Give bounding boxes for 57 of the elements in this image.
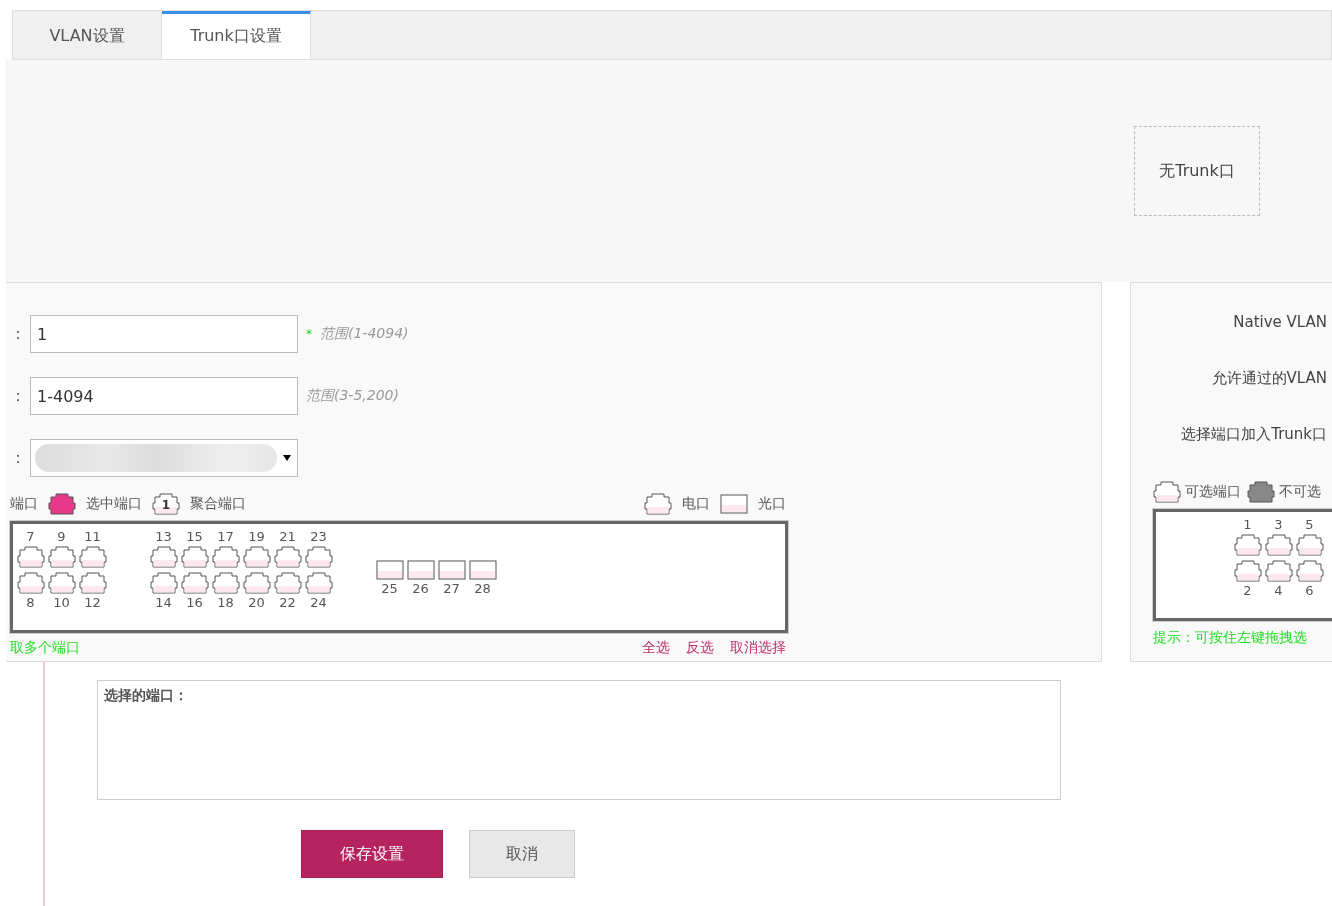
required-mark: * — [306, 327, 312, 341]
port-number: 18 — [217, 594, 234, 612]
empty-trunk-box: 无Trunk口 — [1134, 126, 1260, 216]
hint-text: 提示：可按住左键拖拽选 — [1153, 629, 1307, 645]
field-label: ： — [10, 447, 22, 469]
port-number: 21 — [279, 528, 296, 546]
aggregate-port-icon: 1 — [152, 493, 180, 515]
field-label: ： — [10, 385, 22, 407]
cancel-button[interactable]: 取消 — [469, 830, 575, 878]
port-number: 16 — [186, 594, 203, 612]
port-number: 14 — [155, 594, 172, 612]
port-number: 5 — [1305, 516, 1314, 534]
port-number: 15 — [186, 528, 203, 546]
select-action-link[interactable]: 全选 — [642, 639, 670, 657]
save-button[interactable]: 保存设置 — [301, 830, 443, 878]
input-field[interactable]: 1-4094 — [30, 377, 298, 415]
port-number: 12 — [84, 594, 101, 612]
input-field[interactable]: 1 — [30, 315, 298, 353]
port-number: 9 — [57, 528, 66, 546]
port-number: 20 — [248, 594, 265, 612]
port-number: 13 — [155, 528, 172, 546]
port-number: 26 — [412, 580, 429, 598]
legend-label: 选中端口 — [86, 495, 142, 513]
legend-label: 光口 — [758, 495, 786, 513]
port-number: 3 — [1274, 516, 1283, 534]
field-label: ： — [10, 323, 22, 345]
port-number: 2 — [1243, 582, 1252, 600]
port-number: 17 — [217, 528, 234, 546]
field-label: Native VLAN — [1233, 313, 1327, 333]
port-number: 28 — [474, 580, 491, 598]
range-hint: 范围(3-5,200) — [306, 387, 399, 405]
legend-label: 电口 — [682, 495, 710, 513]
hint-text: 取多个端口 — [10, 639, 80, 657]
range-hint: 范围(1-4094) — [320, 325, 409, 343]
port-number: 8 — [26, 594, 35, 612]
legend-label: 不可选 — [1279, 483, 1321, 501]
field-label: 选择端口加入Trunk口 — [1181, 425, 1327, 445]
legend-label: 聚合端口 — [190, 495, 246, 513]
port-number: 11 — [84, 528, 101, 546]
legend-label: 可选端口 — [1185, 483, 1241, 501]
port-number: 27 — [443, 580, 460, 598]
field-label: 允许通过的VLAN — [1211, 369, 1327, 389]
port-number: 25 — [381, 580, 398, 598]
port-number: 23 — [310, 528, 327, 546]
port-number: 6 — [1305, 582, 1314, 600]
port-number: 19 — [248, 528, 265, 546]
port-number: 7 — [26, 528, 35, 546]
port-number: 1 — [1243, 516, 1252, 534]
legend-label: 端口 — [10, 495, 38, 513]
port-number: 24 — [310, 594, 327, 612]
port-number: 10 — [53, 594, 70, 612]
select-action-link[interactable]: 反选 — [686, 639, 714, 657]
selected-ports-label: 选择的端口： — [104, 687, 188, 703]
select-action-link[interactable]: 取消选择 — [730, 639, 786, 657]
port-number: 22 — [279, 594, 296, 612]
tab[interactable]: Trunk口设置 — [162, 11, 311, 59]
port-number: 4 — [1274, 582, 1283, 600]
